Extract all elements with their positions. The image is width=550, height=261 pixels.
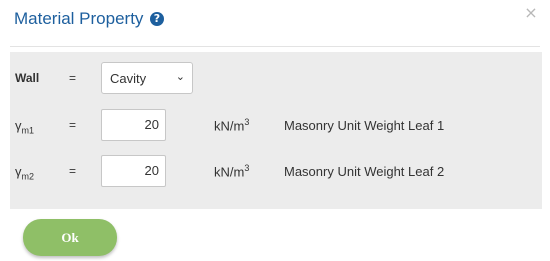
gamma-m2-input[interactable]: 20 [101,155,166,187]
gamma-m1-unit: kN/m3 [214,117,250,134]
gamma-m1-equals: = [69,118,77,132]
ok-button[interactable]: Ok [23,219,117,256]
dialog-title: Material Property [14,9,144,28]
question-circle-icon[interactable]: ? [150,12,164,26]
gamma-m2-row: γm2 = 20 kN/m3 Masonry Unit Weight Leaf … [10,153,542,189]
gamma-m1-row: γm1 = 20 kN/m3 Masonry Unit Weight Leaf … [10,107,542,143]
wall-row: Wall = Cavity ⌄ [10,60,542,96]
gamma-m2-description: Masonry Unit Weight Leaf 2 [284,164,445,179]
gamma-m2-equals: = [69,164,77,178]
header-divider [10,46,540,47]
form-panel: Wall = Cavity ⌄ γm1 = 20 kN/m3 Masonry U… [10,52,542,209]
gamma-m1-symbol: γm1 [15,118,35,136]
wall-type-value: Cavity [110,71,147,86]
chevron-down-icon: ⌄ [175,70,185,83]
material-property-dialog: Material Property ? × Wall = Cavity ⌄ γm… [0,0,550,261]
dialog-header: Material Property ? × [0,0,550,46]
wall-label: Wall [15,71,40,85]
wall-type-select[interactable]: Cavity ⌄ [101,62,193,94]
gamma-m2-symbol: γm2 [15,164,35,182]
close-icon[interactable]: × [524,5,538,21]
gamma-m1-description: Masonry Unit Weight Leaf 1 [284,118,445,133]
gamma-m1-input[interactable]: 20 [101,109,166,141]
gamma-m2-unit: kN/m3 [214,163,250,180]
wall-equals: = [69,71,77,85]
